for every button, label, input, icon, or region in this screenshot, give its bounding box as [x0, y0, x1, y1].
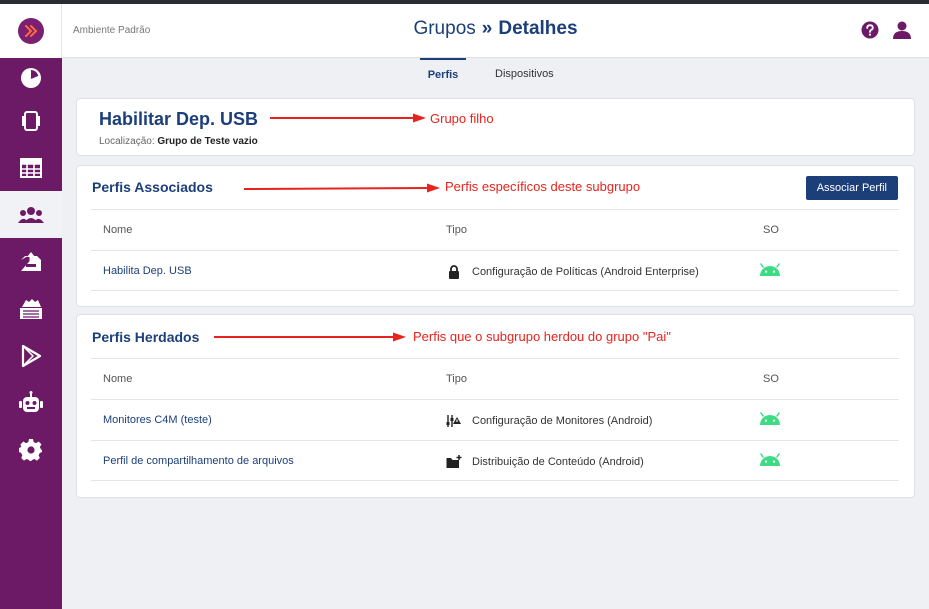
location-label: Localização:	[99, 136, 155, 147]
annotation-group-child: Grupo filho	[430, 111, 494, 126]
logo[interactable]	[0, 4, 62, 58]
sidebar-item-inbox[interactable]	[0, 238, 62, 285]
table-row: Habilita Dep. USB Configuração de Políti…	[91, 250, 899, 291]
sidebar-item-apps[interactable]	[0, 285, 62, 332]
android-icon	[758, 453, 782, 470]
group-info-card: Habilitar Dep. USB Localização: Grupo de…	[76, 98, 915, 156]
settings-icon	[19, 438, 42, 461]
inherited-profiles-table: Nome Tipo SO Monitores C4M (teste) Confi…	[91, 358, 899, 481]
breadcrumb: Grupos » Detalhes	[62, 18, 929, 40]
sidebar	[0, 4, 62, 609]
android-icon	[758, 263, 782, 280]
tab-bar: Perfis Dispositivos	[62, 58, 929, 90]
inherited-profiles-title: Perfis Herdados	[92, 329, 200, 345]
profile-name-link[interactable]: Perfil de compartilhamento de arquivos	[103, 455, 294, 467]
annotation-specific-profiles: Perfis específicos deste subgrupo	[445, 179, 641, 194]
sidebar-item-devices[interactable]	[0, 97, 62, 144]
column-header-type: Tipo	[446, 224, 467, 236]
lock-icon	[446, 265, 462, 279]
profile-name-link[interactable]: Habilita Dep. USB	[103, 265, 192, 277]
help-icon[interactable]	[861, 21, 879, 39]
column-header-name: Nome	[103, 224, 133, 236]
profile-name-link[interactable]: Monitores C4M (teste)	[103, 414, 212, 426]
user-icon[interactable]	[892, 20, 912, 40]
dashboard-icon	[21, 67, 41, 88]
column-header-os: SO	[763, 224, 779, 236]
profile-type-label: Configuração de Monitores (Android)	[472, 415, 653, 427]
associated-profiles-table: Nome Tipo SO Habilita Dep. USB Configura…	[91, 209, 899, 291]
table-row: Monitores C4M (teste) Configuração de Mo…	[91, 399, 899, 440]
column-header-type: Tipo	[446, 373, 467, 385]
sidebar-item-table[interactable]	[0, 144, 62, 191]
breadcrumb-parent[interactable]: Grupos	[413, 18, 475, 39]
content-distribution-icon	[446, 455, 462, 469]
tab-dispositivos[interactable]: Dispositivos	[495, 58, 554, 90]
logo-icon	[17, 18, 44, 44]
profile-type-label: Configuração de Políticas (Android Enter…	[472, 266, 699, 278]
profile-type: Configuração de Políticas (Android Enter…	[446, 265, 699, 279]
tab-perfis[interactable]: Perfis	[420, 58, 466, 90]
sidebar-item-groups[interactable]	[0, 191, 62, 238]
sidebar-item-play-store[interactable]	[0, 332, 62, 379]
sidebar-item-dashboard[interactable]	[0, 58, 62, 97]
inbox-icon	[21, 251, 41, 271]
associate-profile-button[interactable]: Associar Perfil	[805, 176, 898, 200]
breadcrumb-separator: »	[481, 18, 493, 39]
profile-type: Distribuição de Conteúdo (Android)	[446, 455, 644, 469]
robot-icon	[19, 390, 43, 412]
sidebar-item-settings[interactable]	[0, 426, 62, 473]
annotation-inherited-profiles: Perfis que o subgrupo herdou do grupo "P…	[413, 329, 671, 344]
apps-icon	[20, 298, 42, 319]
table-header: Nome Tipo SO	[91, 358, 899, 399]
devices-icon	[22, 110, 40, 131]
annotation-arrow-inherited-profiles	[214, 332, 406, 342]
associated-profiles-title: Perfis Associados	[92, 179, 213, 195]
breadcrumb-current: Detalhes	[498, 18, 578, 39]
table-row: Perfil de compartilhamento de arquivos D…	[91, 440, 899, 481]
sidebar-item-robot[interactable]	[0, 379, 62, 426]
column-header-os: SO	[763, 373, 779, 385]
group-location: Localização: Grupo de Teste vazio	[99, 136, 258, 147]
group-title: Habilitar Dep. USB	[99, 109, 259, 129]
location-value: Grupo de Teste vazio	[157, 136, 258, 147]
profile-type-label: Distribuição de Conteúdo (Android)	[472, 456, 644, 468]
profile-type: Configuração de Monitores (Android)	[446, 414, 652, 428]
play-store-icon	[21, 344, 42, 367]
annotation-arrow-specific-profiles	[243, 183, 440, 193]
android-icon	[758, 412, 782, 429]
table-header: Nome Tipo SO	[91, 209, 899, 250]
column-header-name: Nome	[103, 373, 133, 385]
monitor-config-icon	[446, 414, 462, 428]
annotation-arrow-group-child	[270, 113, 426, 123]
top-header: Ambiente Padrão Grupos» Detalhes	[62, 4, 929, 58]
groups-icon	[18, 206, 44, 223]
table-icon	[20, 157, 42, 178]
